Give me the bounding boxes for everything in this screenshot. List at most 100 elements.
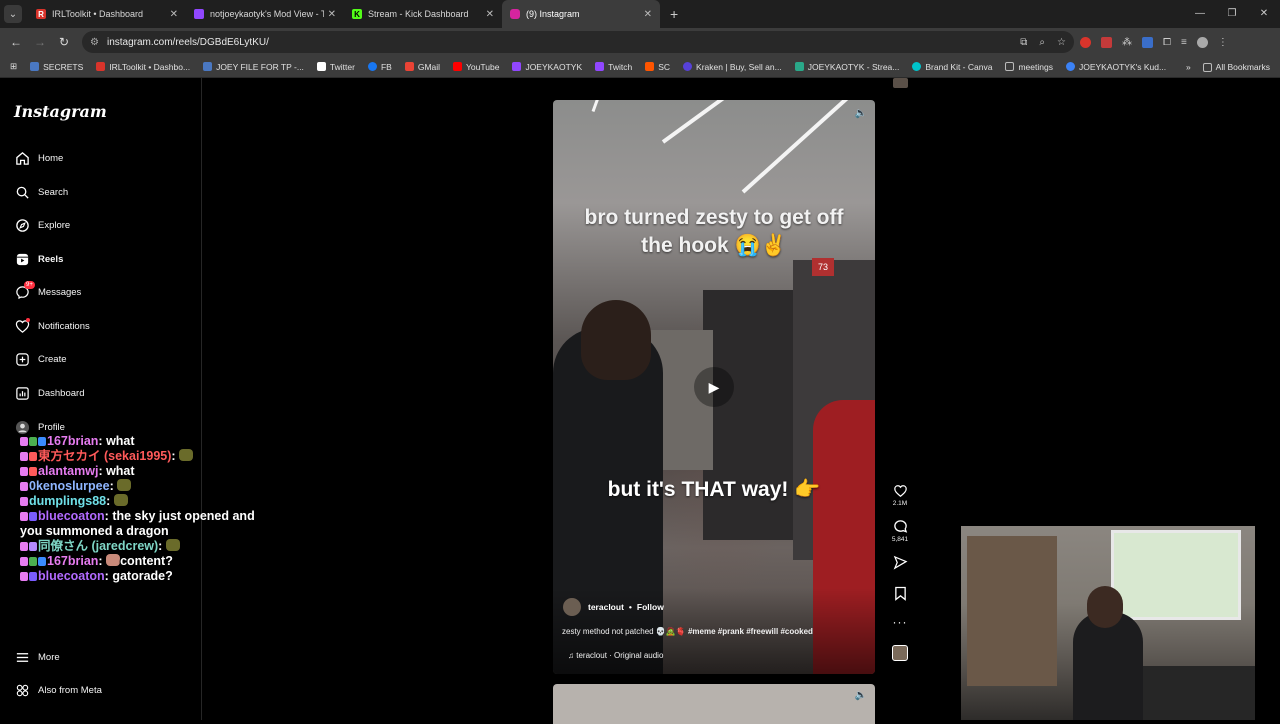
author-username[interactable]: teraclout bbox=[588, 602, 624, 612]
tab-twitch-mod-view[interactable]: notjoeykaotyk's Mod View - Tw ✕ bbox=[186, 0, 344, 28]
bookmark-star-icon[interactable]: ☆ bbox=[1057, 37, 1066, 48]
sidebar-item-notifications[interactable]: Notifications bbox=[14, 316, 90, 336]
restore-icon[interactable]: ❐ bbox=[1216, 0, 1248, 28]
author-avatar[interactable] bbox=[563, 598, 581, 616]
bookmark-joeykaotyk[interactable]: JOEYKAOTYK bbox=[512, 62, 582, 72]
close-tab-icon[interactable]: ✕ bbox=[170, 9, 178, 20]
bookmark-meetings[interactable]: meetings bbox=[1005, 62, 1053, 72]
bookmark-label: IRLToolkit • Dashbo... bbox=[109, 61, 191, 72]
tab-kick-dashboard[interactable]: K Stream - Kick Dashboard ✕ bbox=[344, 0, 502, 28]
sidebar-item-create[interactable]: Create bbox=[14, 349, 67, 369]
tab-instagram[interactable]: (9) Instagram ✕ bbox=[502, 0, 660, 28]
address-bar[interactable]: ⚙ instagram.com/reels/DGBdE6LytKU/ ⧉ ⌕ ☆ bbox=[82, 31, 1074, 53]
extension-red-icon[interactable] bbox=[1080, 36, 1091, 48]
comment-button[interactable]: 5,841 bbox=[892, 519, 908, 543]
instagram-logo[interactable]: Instagram bbox=[14, 102, 107, 121]
hashtags[interactable]: #meme #prank #freewill #cooked bbox=[688, 627, 813, 636]
audio-thumbnail[interactable] bbox=[892, 645, 908, 661]
sidebar-item-label: Create bbox=[38, 353, 67, 365]
bookmarks-overflow-icon[interactable]: » bbox=[1186, 62, 1191, 72]
bookmark-sc[interactable]: SC bbox=[645, 62, 670, 72]
reel-description[interactable]: zesty method not patched 💀🧟🫀 #meme #pran… bbox=[562, 627, 813, 636]
sidebar-item-search[interactable]: Search bbox=[14, 182, 68, 202]
bookmark-kraken[interactable]: Kraken | Buy, Sell an... bbox=[683, 62, 782, 72]
extensions-puzzle-icon[interactable]: ⧠ bbox=[1163, 37, 1171, 48]
more-options-icon[interactable]: ··· bbox=[893, 615, 908, 629]
bookmark-twitter[interactable]: Twitter bbox=[316, 61, 355, 72]
install-app-icon[interactable]: ⧉ bbox=[1020, 37, 1027, 48]
reload-icon[interactable]: ↻ bbox=[52, 35, 76, 49]
sidebar-item-dashboard[interactable]: Dashboard bbox=[14, 383, 84, 403]
soundcloud-icon bbox=[645, 62, 655, 71]
reel-video[interactable]: 73 bro turned zesty to get off the hook … bbox=[553, 100, 875, 674]
minimize-icon[interactable]: — bbox=[1184, 0, 1216, 28]
bookmark-joey-file[interactable]: JOEY FILE FOR TP -... bbox=[203, 62, 304, 72]
chat-message: alantamwj: what bbox=[20, 464, 300, 479]
chat-message-continued: you summoned a dragon bbox=[20, 524, 300, 539]
bookmark-gmail[interactable]: GMail bbox=[404, 62, 440, 72]
tab-irltoolkit[interactable]: R IRLToolkit • Dashboard ✕ bbox=[28, 0, 186, 28]
chat-badge-icon bbox=[29, 512, 37, 521]
close-tab-icon[interactable]: ✕ bbox=[644, 9, 652, 20]
site-info-icon[interactable]: ⚙ bbox=[90, 37, 99, 48]
sidebar-item-label: Also from Meta bbox=[38, 684, 102, 696]
new-tab-icon[interactable]: + bbox=[670, 6, 678, 22]
bookmark-secrets[interactable]: SECRETS bbox=[30, 62, 83, 72]
save-button[interactable] bbox=[894, 586, 907, 601]
sidebar-item-explore[interactable]: Explore bbox=[14, 215, 70, 235]
next-reel-preview[interactable]: 🔈 bbox=[553, 684, 875, 724]
close-tab-icon[interactable]: ✕ bbox=[486, 9, 494, 20]
bookmark-irltoolkit[interactable]: IRLToolkit • Dashbo... bbox=[96, 62, 190, 72]
caption-line: bro turned zesty to get off bbox=[584, 206, 844, 229]
play-icon[interactable]: ▶ bbox=[694, 367, 734, 407]
bookmark-youtube[interactable]: YouTube bbox=[453, 62, 499, 72]
bookmark-icon bbox=[894, 586, 906, 601]
follow-button[interactable]: Follow bbox=[637, 602, 664, 612]
heart-icon bbox=[893, 485, 907, 498]
sidebar-item-messages[interactable]: 9+ Messages bbox=[14, 281, 81, 302]
tab-search-menu-icon[interactable]: ⌄ bbox=[4, 5, 22, 23]
chat-username: 0kenoslurpee bbox=[29, 479, 110, 493]
chat-badge-icon bbox=[29, 557, 37, 566]
share-button[interactable] bbox=[893, 555, 908, 570]
extension-shield-icon[interactable] bbox=[1101, 36, 1112, 48]
apps-grid-icon[interactable]: ⊞ bbox=[10, 61, 17, 72]
media-controls-icon[interactable]: ≡ bbox=[1181, 37, 1187, 48]
bookmark-joeykaotyk-stream[interactable]: JOEYKAOTYK - Strea... bbox=[794, 62, 899, 72]
sidebar-item-reels[interactable]: Reels bbox=[14, 249, 63, 269]
hamburger-icon bbox=[14, 649, 30, 665]
bookmark-twitch[interactable]: Twitch bbox=[595, 62, 632, 72]
volume-icon[interactable]: 🔈 bbox=[855, 108, 867, 119]
close-tab-icon[interactable]: ✕ bbox=[328, 9, 336, 20]
bookmark-canva[interactable]: Brand Kit - Canva bbox=[912, 62, 992, 72]
messenger-icon: 9+ bbox=[14, 281, 35, 300]
chat-message: bluecoaton: gatorade? bbox=[20, 569, 300, 584]
all-bookmarks-folder[interactable]: All Bookmarks bbox=[1202, 62, 1270, 72]
browser-tab-bar: ⌄ R IRLToolkit • Dashboard ✕ notjoeykaot… bbox=[0, 0, 1280, 28]
volume-icon[interactable]: 🔈 bbox=[855, 690, 867, 701]
bookmark-fb[interactable]: FB bbox=[367, 62, 392, 72]
extension-grid-icon[interactable]: ⁂ bbox=[1122, 37, 1132, 48]
previous-reel-audio-thumbnail[interactable] bbox=[893, 78, 908, 88]
bookmark-label: JOEY FILE FOR TP -... bbox=[216, 61, 304, 72]
tab-title: Stream - Kick Dashboard bbox=[368, 9, 469, 19]
extension-calendar-icon[interactable] bbox=[1142, 36, 1153, 48]
bookmark-label: Twitter bbox=[329, 61, 355, 72]
profile-avatar[interactable] bbox=[1196, 36, 1208, 48]
plus-square-icon bbox=[14, 351, 30, 367]
browser-menu-icon[interactable]: ⋮ bbox=[1218, 37, 1228, 48]
forward-icon[interactable]: → bbox=[28, 35, 52, 49]
zoom-icon[interactable]: ⌕ bbox=[1039, 37, 1045, 48]
sidebar-item-also-from-meta[interactable]: Also from Meta bbox=[14, 680, 102, 700]
bookmark-kudos[interactable]: JOEYKAOTYK's Kud... bbox=[1065, 62, 1166, 72]
like-button[interactable]: 2.1M bbox=[893, 484, 908, 507]
sidebar-item-more[interactable]: More bbox=[14, 647, 60, 667]
back-icon[interactable]: ← bbox=[4, 35, 28, 49]
chat-badge-icon bbox=[29, 572, 37, 581]
close-window-icon[interactable]: ✕ bbox=[1248, 0, 1280, 28]
reel-audio[interactable]: ♫ teraclout · Original audio bbox=[568, 651, 663, 660]
irltoolkit-favicon-icon: R bbox=[36, 9, 46, 19]
bookmark-label: Twitch bbox=[608, 61, 633, 72]
sidebar-item-home[interactable]: Home bbox=[14, 148, 63, 168]
search-icon bbox=[14, 184, 30, 200]
